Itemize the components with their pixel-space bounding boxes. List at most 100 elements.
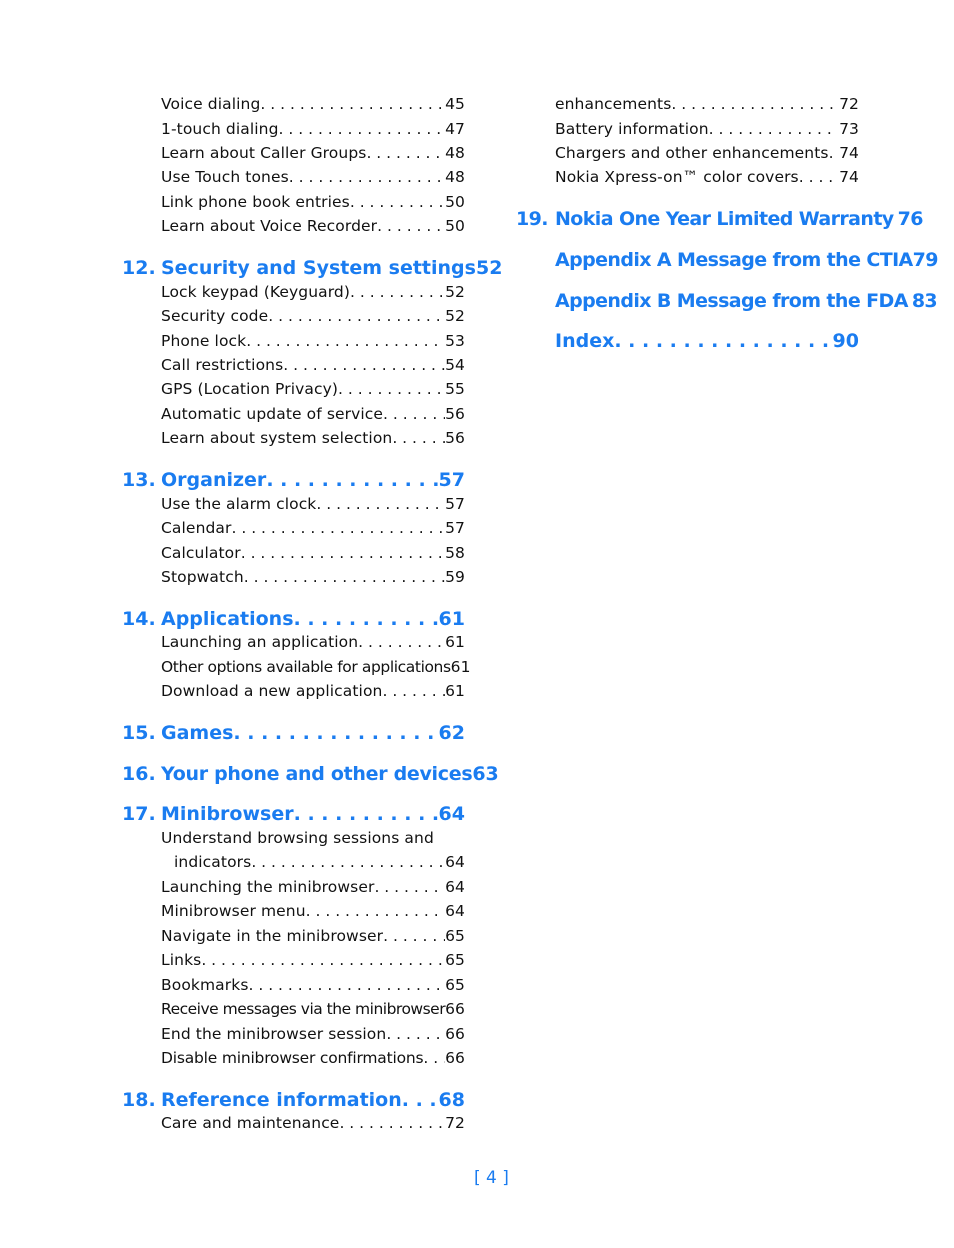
toc-item-page: 48 (445, 168, 465, 186)
toc-item-page: 52 (445, 307, 465, 325)
toc-item[interactable]: Navigate in the minibrowser 65 (161, 924, 465, 948)
toc-item[interactable]: Launching an application 61 (161, 630, 465, 654)
section-title: Your phone and other devices (161, 763, 473, 785)
section-page: 79 (912, 249, 939, 271)
leader-dots (614, 327, 832, 355)
leader-dots (233, 719, 438, 747)
toc-item-page: 73 (839, 120, 859, 138)
toc-item[interactable]: End the minibrowser session 66 (161, 1022, 465, 1046)
toc-item-page: 50 (445, 217, 465, 235)
toc-item[interactable]: Learn about Voice Recorder 50 (161, 214, 465, 238)
section-number: 14. (122, 608, 156, 630)
toc-section-heading[interactable]: 18.Reference information 68 (122, 1086, 465, 1114)
toc-item-title: Bookmarks (161, 976, 249, 994)
toc-item-title: Security code (161, 307, 269, 325)
leader-dots (366, 141, 445, 165)
toc-item[interactable]: Download a new application 61 (161, 679, 465, 703)
toc-item-page: 50 (445, 193, 465, 211)
toc-item[interactable]: Minibrowser menu 64 (161, 899, 465, 923)
toc-item-page: 56 (445, 405, 465, 423)
leader-dots (350, 190, 445, 214)
toc-item-title: Battery information (555, 120, 709, 138)
toc-item[interactable]: Calculator 58 (161, 541, 465, 565)
toc-item-page: 72 (445, 1114, 465, 1132)
leader-dots (289, 165, 445, 189)
toc-item[interactable]: Use Touch tones 48 (161, 165, 465, 189)
toc-section-heading[interactable]: 17.Minibrowser 64 (122, 800, 465, 828)
toc-item[interactable]: Nokia Xpress-on™ color covers 74 (555, 165, 859, 189)
toc-item[interactable]: Care and maintenance 72 (161, 1111, 465, 1135)
leader-dots (241, 541, 445, 565)
section-page: 63 (472, 763, 499, 785)
toc-item-title: End the minibrowser session (161, 1025, 387, 1043)
toc-item-page: 66 (445, 1000, 466, 1018)
toc-section-heading[interactable]: 14.Applications 61 (122, 605, 465, 633)
toc-item[interactable]: Automatic update of service 56 (161, 402, 465, 426)
leader-dots (377, 214, 445, 238)
toc-section-heading[interactable]: 13.Organizer 57 (122, 466, 465, 494)
toc-section-heading[interactable]: 15.Games 62 (122, 719, 465, 747)
toc-item-title: Disable minibrowser confirmations (161, 1049, 424, 1067)
toc-item[interactable]: Calendar 57 (161, 516, 465, 540)
toc-item-title: Other options available for applications (161, 658, 451, 676)
toc-item[interactable]: Security code 52 (161, 304, 465, 328)
toc-item[interactable]: Phone lock 53 (161, 329, 465, 353)
toc-item-line1[interactable]: Understand browsing sessions and (161, 826, 465, 850)
toc-item-title: Receive messages via the minibrowser (161, 1000, 446, 1018)
toc-section-heading[interactable]: 12. Security and System settings 52 (122, 254, 502, 282)
toc-item-title-cont: indicators (174, 853, 252, 871)
toc-item-page: 65 (445, 976, 465, 994)
leader-dots (249, 973, 446, 997)
toc-item[interactable]: Battery information 73 (555, 117, 859, 141)
toc-item[interactable]: Chargers and other enhancements 74 (555, 141, 859, 165)
toc-item[interactable]: 1-touch dialing 47 (161, 117, 465, 141)
toc-section-heading[interactable]: 19. Nokia One Year Limited Warranty 76 (516, 205, 923, 233)
toc-item[interactable]: Use the alarm clock 57 (161, 492, 465, 516)
toc-item[interactable]: GPS (Location Privacy) 55 (161, 377, 465, 401)
toc-item[interactable]: enhancements 72 (555, 92, 859, 116)
toc-item[interactable]: Lock keypad (Keyguard) 52 (161, 280, 465, 304)
toc-item-page: 74 (839, 144, 859, 162)
toc-item-title: GPS (Location Privacy) (161, 380, 339, 398)
leader-dots (294, 800, 439, 828)
section-title: Applications (161, 608, 294, 630)
leader-dots (799, 165, 833, 189)
toc-item[interactable]: Bookmarks 65 (161, 973, 465, 997)
toc-item[interactable]: Learn about system selection 56 (161, 426, 465, 450)
toc-section-heading[interactable]: Index 90 (555, 327, 859, 355)
toc-item[interactable]: Learn about Caller Groups 48 (161, 141, 465, 165)
toc-item[interactable]: Receive messages via the minibrowser 66 (161, 997, 467, 1021)
toc-item[interactable]: Other options available for applications… (161, 655, 473, 679)
section-title: Minibrowser (161, 803, 294, 825)
toc-item[interactable]: Voice dialing 45 (161, 92, 465, 116)
toc-item[interactable]: Disable minibrowser confirmations 66 (161, 1046, 465, 1070)
section-title: Security and System settings (161, 257, 476, 279)
leader-dots (268, 304, 445, 328)
leader-dots (316, 492, 445, 516)
section-page: 83 (911, 290, 938, 312)
section-page: 61 (438, 608, 465, 630)
toc-item-page: 74 (839, 168, 859, 186)
toc-item-title: Lock keypad (Keyguard) (161, 283, 351, 301)
toc-section-heading[interactable]: 16. Your phone and other devices 63 (122, 760, 499, 788)
section-title: Index (555, 330, 615, 352)
section-page: 64 (438, 803, 465, 825)
toc-item[interactable]: Call restrictions 54 (161, 353, 465, 377)
toc-item-page: 61 (445, 682, 465, 700)
toc-item-page: 61 (450, 658, 471, 676)
toc-item-page: 47 (445, 120, 465, 138)
leader-dots (306, 899, 445, 923)
toc-item[interactable]: Links 65 (161, 948, 465, 972)
section-page: 52 (475, 257, 503, 279)
toc-item[interactable]: Stopwatch 59 (161, 565, 465, 589)
toc-section-heading[interactable]: Appendix B Message from the FDA 83 (555, 287, 938, 315)
toc-item-title: Use the alarm clock (161, 495, 317, 513)
toc-item[interactable]: indicators 64 (174, 850, 465, 874)
leader-dots (423, 1046, 445, 1070)
toc-item-page: 72 (839, 95, 859, 113)
toc-item[interactable]: Launching the minibrowser 64 (161, 875, 465, 899)
toc-section-heading[interactable]: Appendix A Message from the CTIA 79 (555, 246, 939, 274)
toc-item[interactable]: Link phone book entries 50 (161, 190, 465, 214)
leader-dots (201, 948, 445, 972)
page-number: [ 4 ] (474, 1168, 509, 1188)
